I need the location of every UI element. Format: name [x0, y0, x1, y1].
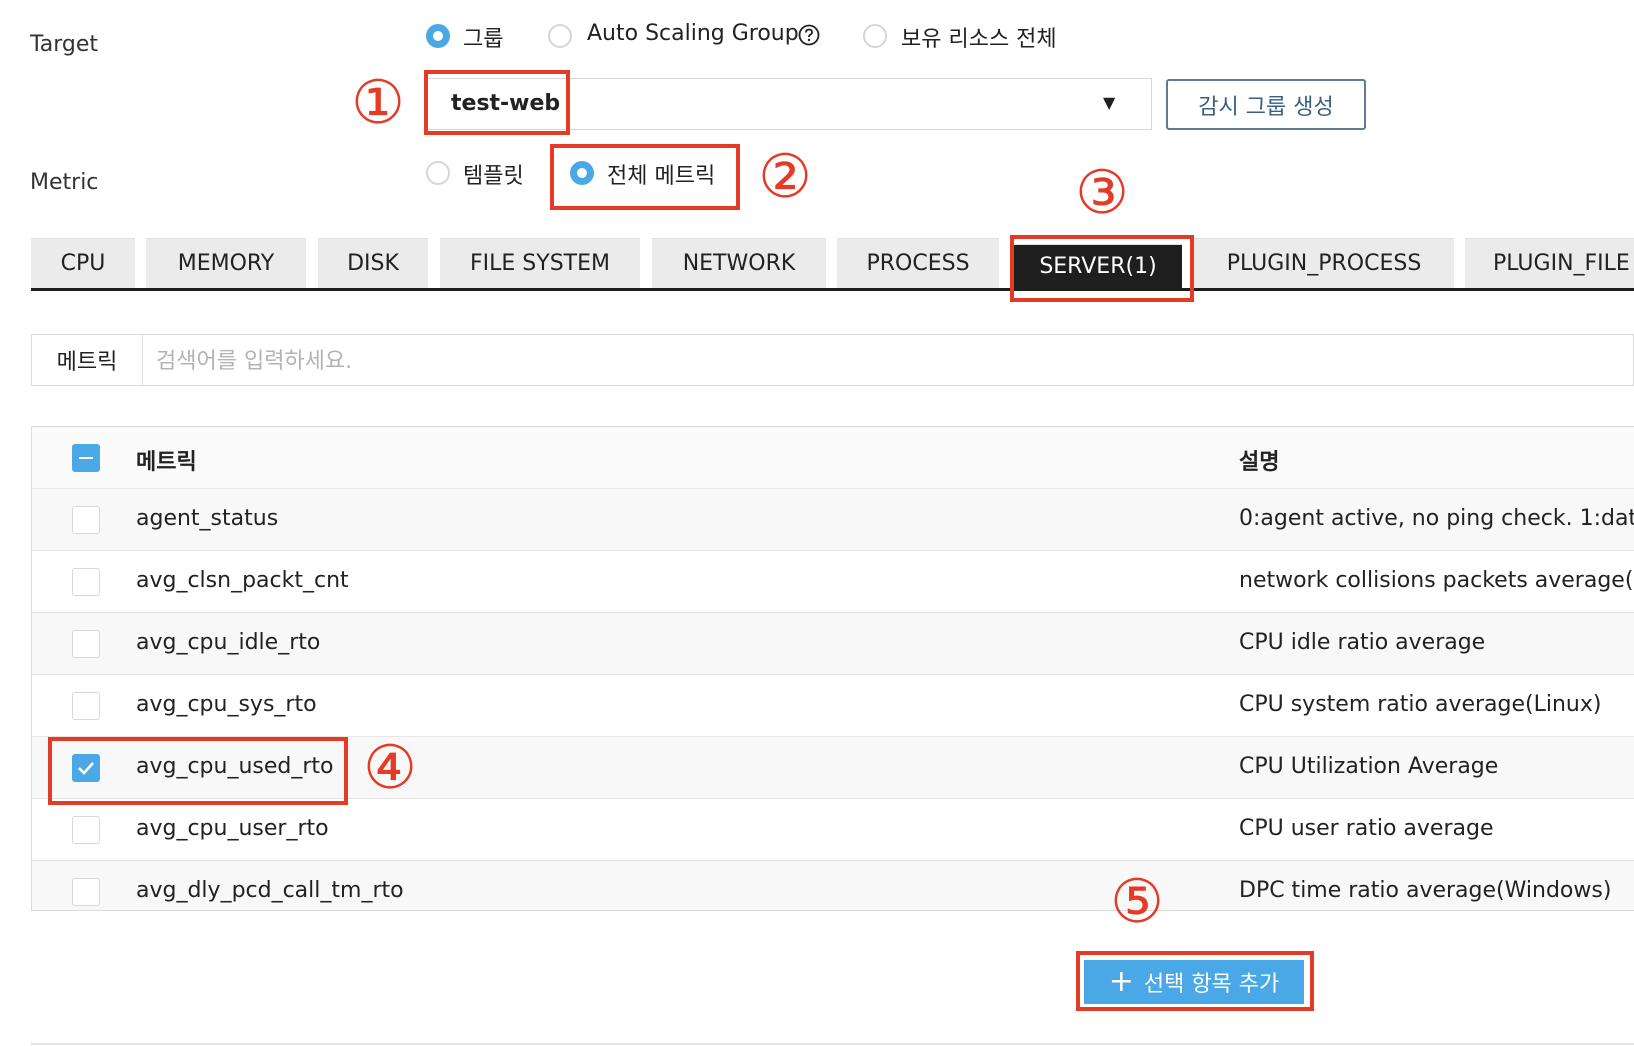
annotation-1: ① [351, 68, 405, 138]
chevron-down-icon: ▼ [1103, 93, 1116, 112]
search-input[interactable] [154, 343, 1618, 379]
radio-group[interactable] [426, 24, 450, 48]
row-metric: agent_status [136, 506, 279, 531]
tab-file-system[interactable]: FILE SYSTEM [440, 238, 640, 288]
highlight-box-3 [1010, 235, 1194, 302]
target-label: Target [30, 32, 99, 57]
metric-table: 메트릭 설명 agent_status 0:agent active, no pi… [31, 426, 1634, 911]
metric-label: Metric [30, 170, 99, 195]
radio-all-resources[interactable] [863, 24, 887, 48]
tab-network[interactable]: NETWORK [652, 238, 826, 288]
row-description: CPU Utilization Average [1239, 754, 1499, 779]
radio-template-label: 템플릿 [463, 164, 524, 189]
header-metric: 메트릭 [136, 450, 197, 475]
table-row[interactable]: avg_clsn_packt_cnt network collisions pac… [32, 551, 1634, 613]
annotation-2: ② [758, 142, 812, 212]
search-category-label[interactable]: 메트릭 [32, 335, 143, 385]
tab-underline [31, 288, 1634, 291]
select-all-checkbox[interactable] [72, 444, 100, 472]
highlight-box-1 [424, 70, 570, 135]
table-row[interactable]: avg_cpu_idle_rto CPU idle ratio average [32, 613, 1634, 675]
highlight-box-4 [48, 737, 348, 805]
question-circle-icon[interactable] [798, 24, 820, 46]
row-description: network collisions packets average(Li [1239, 568, 1634, 593]
row-checkbox[interactable] [72, 816, 100, 844]
row-checkbox[interactable] [72, 692, 100, 720]
row-description: DPC time ratio average(Windows) [1239, 878, 1612, 903]
header-description: 설명 [1239, 450, 1280, 475]
annotation-3: ③ [1075, 158, 1129, 228]
radio-group-label: 그룹 [463, 27, 504, 52]
tab-cpu[interactable]: CPU [31, 238, 135, 288]
table-row[interactable]: avg_cpu_sys_rto CPU system ratio average(… [32, 675, 1634, 737]
row-checkbox[interactable] [72, 506, 100, 534]
row-checkbox[interactable] [72, 878, 100, 906]
tab-process[interactable]: PROCESS [837, 238, 999, 288]
row-description: CPU system ratio average(Linux) [1239, 692, 1602, 717]
radio-auto-scaling-label: Auto Scaling Group [587, 21, 799, 46]
table-header: 메트릭 설명 [32, 427, 1634, 489]
row-description: CPU user ratio average [1239, 816, 1494, 841]
row-metric: avg_cpu_sys_rto [136, 692, 317, 717]
row-metric: avg_cpu_idle_rto [136, 630, 321, 655]
annotation-4: ④ [363, 733, 417, 803]
search-bar: 메트릭 [31, 334, 1634, 386]
table-row[interactable]: avg_dly_pcd_call_tm_rto DPC time ratio av… [32, 861, 1634, 910]
highlight-box-2 [550, 144, 740, 210]
row-metric: avg_dly_pcd_call_tm_rto [136, 878, 404, 903]
radio-all-resources-label: 보유 리소스 전체 [901, 27, 1057, 52]
row-metric: avg_clsn_packt_cnt [136, 568, 349, 593]
radio-template[interactable] [426, 161, 450, 185]
tab-plugin-process[interactable]: PLUGIN_PROCESS [1194, 238, 1454, 288]
tab-memory[interactable]: MEMORY [146, 238, 306, 288]
table-row[interactable]: avg_cpu_user_rto CPU user ratio average [32, 799, 1634, 861]
row-metric: avg_cpu_user_rto [136, 816, 329, 841]
row-checkbox[interactable] [72, 630, 100, 658]
annotation-5: ⑤ [1110, 867, 1164, 937]
row-checkbox[interactable] [72, 568, 100, 596]
create-watch-group-button[interactable]: 감시 그룹 생성 [1166, 79, 1366, 130]
highlight-box-5 [1076, 951, 1314, 1011]
bottom-divider [31, 1043, 1634, 1045]
row-description: 0:agent active, no ping check. 1:data r [1239, 506, 1634, 531]
tab-disk[interactable]: DISK [318, 238, 428, 288]
table-row[interactable]: agent_status 0:agent active, no ping chec… [32, 489, 1634, 551]
row-description: CPU idle ratio average [1239, 630, 1486, 655]
radio-auto-scaling-group[interactable] [548, 24, 572, 48]
tab-plugin-file[interactable]: PLUGIN_FILE [1465, 238, 1634, 288]
